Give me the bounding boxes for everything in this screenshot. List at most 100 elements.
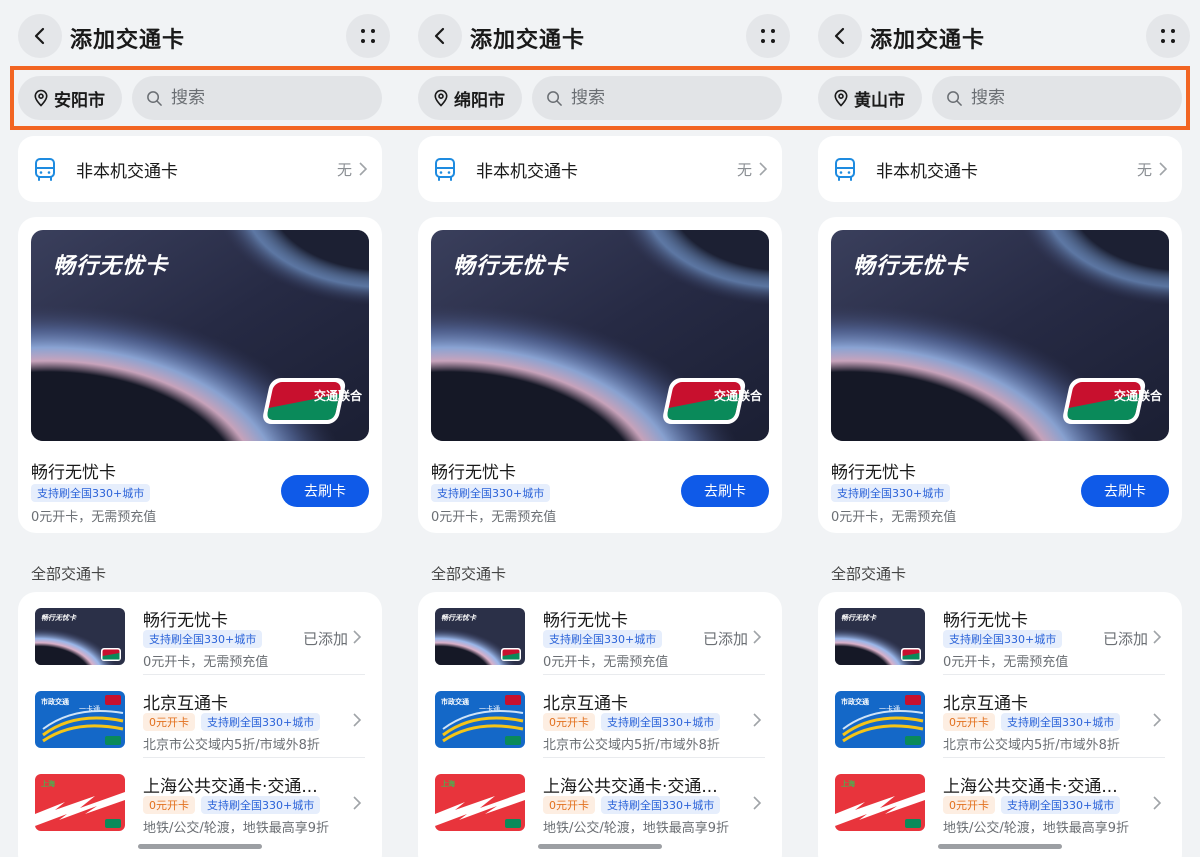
non-local-card-row[interactable]: 非本机交通卡 无 — [18, 136, 382, 202]
support-badge: 支持刷全国330+城市 — [143, 630, 263, 648]
chevron-right-icon — [753, 796, 762, 810]
card-badges: 0元开卡 支持刷全国330+城市 — [543, 713, 721, 731]
card-name: 上海公共交通卡·交通... — [543, 777, 718, 797]
chevron-right-icon — [753, 630, 762, 644]
card-list-item[interactable]: 市政交通 一卡通 北京互通卡 0元开卡 支持刷全国330+城市 北京市公交域内5折/市域外… — [818, 675, 1182, 758]
more-button[interactable] — [746, 14, 790, 58]
non-local-card-row[interactable]: 非本机交通卡 无 — [418, 136, 782, 202]
non-local-card-row[interactable]: 非本机交通卡 无 — [818, 136, 1182, 202]
free-open-badge: 0元开卡 — [943, 713, 995, 731]
chevron-right-icon — [353, 713, 362, 727]
go-tap-button[interactable]: 去刷卡 — [1081, 475, 1169, 507]
page-title: 添加交通卡 — [470, 28, 586, 53]
logo-text: 交通联合 — [314, 388, 363, 403]
chevron-right-icon — [353, 796, 362, 810]
support-badge: 支持刷全国330+城市 — [601, 713, 721, 731]
card-desc: 北京市公交域内5折/市域外8折 — [143, 738, 320, 753]
svg-text:上海: 上海 — [41, 779, 55, 788]
card-thumbnail: 畅行无忧卡 — [835, 608, 925, 665]
featured-desc: 0元开卡，无需预充值 — [31, 510, 157, 525]
card-list-item[interactable]: 上海 上海公共交通卡·交通... 0元开卡 支持刷全国330+城市 地铁/公交/轮渡，地… — [18, 758, 382, 841]
chevron-right-icon — [1153, 630, 1162, 644]
card-image: 交通联合 畅行无忧卡 — [31, 230, 369, 441]
featured-desc: 0元开卡，无需预充值 — [831, 510, 957, 525]
section-title: 全部交通卡 — [431, 565, 507, 583]
card-image: 交通联合 畅行无忧卡 — [431, 230, 769, 441]
card-name: 北京互通卡 — [543, 694, 628, 714]
bus-icon — [35, 158, 55, 181]
logo-text: 交通联合 — [714, 388, 763, 403]
non-local-label: 非本机交通卡 — [76, 161, 178, 182]
more-button[interactable] — [346, 14, 390, 58]
free-open-badge: 0元开卡 — [143, 796, 195, 814]
support-badge: 支持刷全国330+城市 — [201, 713, 321, 731]
support-badge: 支持刷全国330+城市 — [201, 796, 321, 814]
card-badges: 支持刷全国330+城市 — [943, 630, 1063, 648]
card-list-item[interactable]: 畅行无忧卡 畅行无忧卡 支持刷全国330+城市 0元开卡，无需预充值 已添加 — [18, 592, 382, 675]
non-local-value: 无 — [336, 160, 352, 179]
section-title: 全部交通卡 — [31, 565, 107, 583]
bus-icon — [435, 158, 455, 181]
featured-name: 畅行无忧卡 — [831, 463, 916, 483]
card-art-title: 畅行无忧卡 — [853, 254, 969, 279]
svg-text:畅行无忧卡: 畅行无忧卡 — [41, 613, 77, 622]
back-button[interactable] — [818, 14, 862, 58]
chevron-left-icon — [834, 27, 845, 45]
card-name: 畅行无忧卡 — [543, 611, 628, 631]
card-badges: 0元开卡 支持刷全国330+城市 — [943, 713, 1121, 731]
card-art-title: 畅行无忧卡 — [53, 254, 169, 279]
card-thumbnail: 市政交通 一卡通 — [435, 691, 525, 748]
card-thumbnail: 市政交通 一卡通 — [835, 691, 925, 748]
card-list-item[interactable]: 畅行无忧卡 畅行无忧卡 支持刷全国330+城市 0元开卡，无需预充值 已添加 — [418, 592, 782, 675]
card-desc: 地铁/公交/轮渡，地铁最高享9折 — [543, 821, 730, 836]
chevron-right-icon — [353, 630, 362, 644]
header: 添加交通卡 — [418, 14, 790, 60]
card-list-item[interactable]: 上海 上海公共交通卡·交通... 0元开卡 支持刷全国330+城市 地铁/公交/轮渡，地… — [418, 758, 782, 841]
card-art-title: 畅行无忧卡 — [453, 254, 569, 279]
card-name: 畅行无忧卡 — [143, 611, 228, 631]
card-desc: 北京市公交域内5折/市域外8折 — [943, 738, 1120, 753]
header: 添加交通卡 — [18, 14, 390, 60]
card-desc: 地铁/公交/轮渡，地铁最高享9折 — [943, 821, 1130, 836]
back-button[interactable] — [418, 14, 462, 58]
go-tap-button[interactable]: 去刷卡 — [681, 475, 769, 507]
support-badge: 支持刷全国330+城市 — [1001, 713, 1121, 731]
chevron-right-icon — [359, 162, 368, 176]
non-local-value: 无 — [1136, 160, 1152, 179]
card-list-item[interactable]: 上海 上海公共交通卡·交通... 0元开卡 支持刷全国330+城市 地铁/公交/轮渡，地… — [818, 758, 1182, 841]
card-badges: 0元开卡 支持刷全国330+城市 — [943, 796, 1121, 814]
page-title: 添加交通卡 — [870, 28, 986, 53]
card-list-item[interactable]: 畅行无忧卡 畅行无忧卡 支持刷全国330+城市 0元开卡，无需预充值 已添加 — [818, 592, 1182, 675]
card-thumbnail: 上海 — [835, 774, 925, 831]
more-button[interactable] — [1146, 14, 1190, 58]
card-thumbnail: 畅行无忧卡 — [435, 608, 525, 665]
added-status: 已添加 — [302, 630, 348, 648]
support-badge: 支持刷全国330+城市 — [543, 630, 663, 648]
card-list-item[interactable]: 市政交通 一卡通 北京互通卡 0元开卡 支持刷全国330+城市 北京市公交域内5折/市域外… — [418, 675, 782, 758]
card-thumbnail: 上海 — [435, 774, 525, 831]
added-status: 已添加 — [1102, 630, 1148, 648]
four-dots-icon — [361, 29, 375, 43]
non-local-label: 非本机交通卡 — [476, 161, 578, 182]
free-open-badge: 0元开卡 — [943, 796, 995, 814]
back-button[interactable] — [18, 14, 62, 58]
card-name: 畅行无忧卡 — [943, 611, 1028, 631]
card-badges: 0元开卡 支持刷全国330+城市 — [543, 796, 721, 814]
featured-badge: 支持刷全国330+城市 — [431, 484, 551, 502]
go-tap-button[interactable]: 去刷卡 — [281, 475, 369, 507]
section-title: 全部交通卡 — [831, 565, 907, 583]
non-local-value: 无 — [736, 160, 752, 179]
card-thumbnail: 畅行无忧卡 — [35, 608, 125, 665]
card-list-item[interactable]: 市政交通 一卡通 北京互通卡 0元开卡 支持刷全国330+城市 北京市公交域内5折/市域外… — [18, 675, 382, 758]
four-dots-icon — [761, 29, 775, 43]
featured-desc: 0元开卡，无需预充值 — [431, 510, 557, 525]
featured-card: 交通联合 畅行无忧卡 畅行无忧卡 支持刷全国330+城市 0元开卡，无需预充值 … — [818, 217, 1182, 533]
featured-badge: 支持刷全国330+城市 — [31, 484, 151, 502]
support-badge: 支持刷全国330+城市 — [601, 796, 721, 814]
featured-card: 交通联合 畅行无忧卡 畅行无忧卡 支持刷全国330+城市 0元开卡，无需预充值 … — [18, 217, 382, 533]
card-thumbnail: 上海 — [35, 774, 125, 831]
svg-text:上海: 上海 — [841, 779, 855, 788]
home-indicator — [938, 844, 1062, 849]
featured-name: 畅行无忧卡 — [31, 463, 116, 483]
svg-text:畅行无忧卡: 畅行无忧卡 — [441, 613, 477, 622]
